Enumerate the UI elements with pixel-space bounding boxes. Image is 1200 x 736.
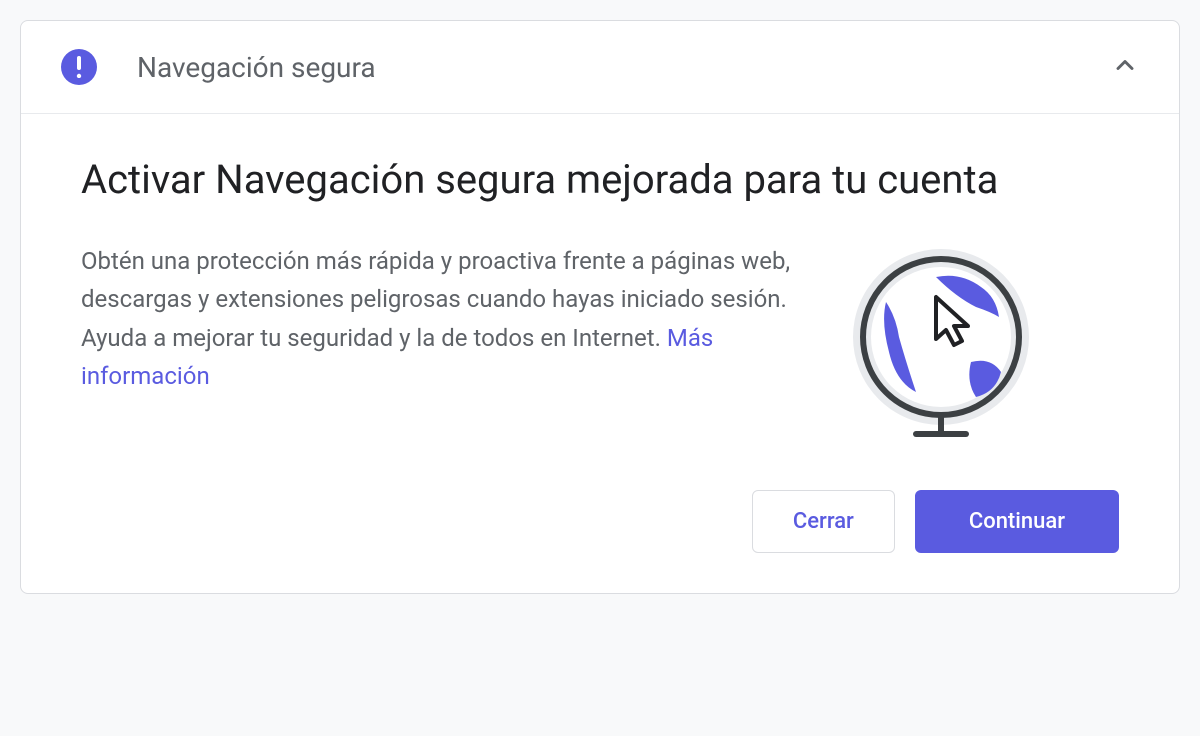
chevron-up-icon (1111, 51, 1139, 83)
header-title: Navegación segura (137, 51, 1111, 84)
globe-cursor-icon (841, 242, 1041, 442)
close-button[interactable]: Cerrar (752, 490, 895, 553)
content-description: Obtén una protección más rápida y proact… (81, 242, 801, 396)
content-title: Activar Navegación segura mejorada para … (81, 154, 1041, 206)
card-content: Activar Navegación segura mejorada para … (21, 114, 1179, 593)
alert-icon (61, 49, 97, 85)
content-body: Obtén una protección más rápida y proact… (81, 242, 1119, 442)
continue-button[interactable]: Continuar (915, 490, 1119, 553)
actions-row: Cerrar Continuar (81, 490, 1119, 553)
card-header[interactable]: Navegación segura (21, 21, 1179, 114)
safe-browsing-card: Navegación segura Activar Navegación seg… (20, 20, 1180, 594)
